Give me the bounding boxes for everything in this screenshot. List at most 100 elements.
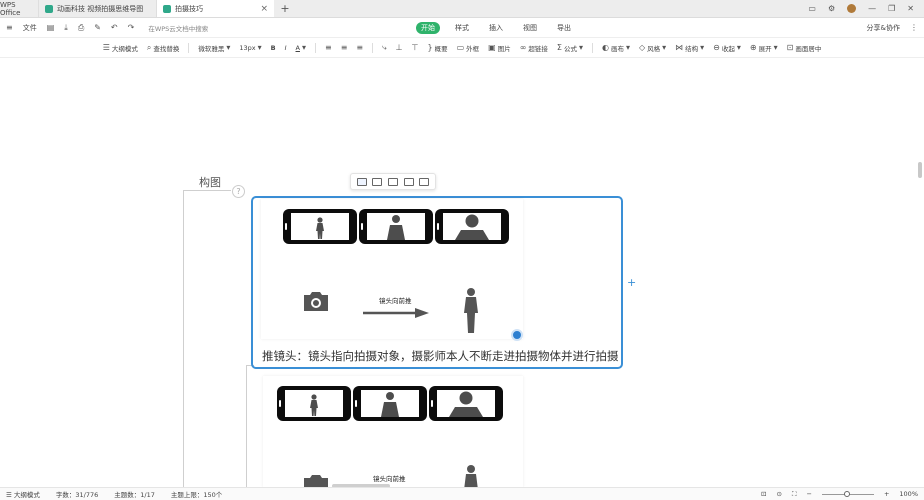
topic-image[interactable]: 镜头向前推 xyxy=(261,199,523,339)
menu-bar: ≡ 文件 ▤ ⤓ ⎙ ✎ ↶ ↷ 在WPS云文档中搜索 开始 样式 插入 视图 … xyxy=(0,18,924,38)
align-left-button[interactable]: ≡ xyxy=(325,43,332,52)
new-tab-button[interactable]: + xyxy=(274,0,296,17)
format-painter-icon[interactable]: ✎ xyxy=(94,23,101,32)
zoom-in-icon[interactable]: + xyxy=(884,490,889,498)
help-icon[interactable]: ? xyxy=(232,185,245,198)
summary-button[interactable]: } 概要 xyxy=(428,43,448,53)
structure-button[interactable]: ⋈ 结构 ▾ xyxy=(675,43,704,53)
fullscreen-icon[interactable]: ⛶ xyxy=(792,490,797,499)
image-icon: ▣ xyxy=(488,43,496,52)
download-icon[interactable]: ⤓ xyxy=(64,23,68,33)
search-input[interactable]: 在WPS云文档中搜索 xyxy=(148,23,208,33)
menu-icon[interactable]: ≡ xyxy=(6,23,13,32)
topic-caption[interactable]: 推镜头：镜头指向拍摄对象，摄影师本人不断走进拍摄物体并进行拍摄 xyxy=(262,348,619,364)
tab-style[interactable]: 样式 xyxy=(450,22,474,34)
topic-node-composition[interactable]: 构图 xyxy=(199,174,221,190)
collapse-button[interactable]: ⊖ 收起 ▾ xyxy=(713,43,741,53)
layout-above-icon[interactable] xyxy=(372,177,383,186)
image-label: 镜头向前推 xyxy=(379,297,412,305)
phone-frame xyxy=(283,209,357,244)
layout-left-icon[interactable] xyxy=(387,177,398,186)
search-icon: ⌕ xyxy=(146,42,152,52)
outline-icon: ☰ xyxy=(102,43,110,52)
phone-frame xyxy=(429,386,503,421)
style-button[interactable]: ◇ 风格 ▾ xyxy=(639,43,666,53)
phone-frame xyxy=(353,386,427,421)
avatar[interactable] xyxy=(847,4,857,13)
share-button[interactable]: 分享&协作 xyxy=(867,23,900,33)
zoom-slider[interactable] xyxy=(821,490,874,497)
phone-frame xyxy=(359,209,433,244)
person-silhouette-icon xyxy=(455,214,489,240)
vertical-scrollbar[interactable] xyxy=(918,162,922,178)
settings-icon[interactable]: ⚙ xyxy=(828,4,835,13)
more-icon[interactable]: ⋮ xyxy=(910,23,918,32)
center-view-button[interactable]: ⊡ 画面居中 xyxy=(787,43,822,53)
person-silhouette-icon xyxy=(316,217,324,239)
tab-label: 动画科技 视频拍摄思维导图 xyxy=(57,4,144,13)
tab-document-1[interactable]: 动画科技 视频拍摄思维导图 xyxy=(38,0,156,17)
subtopic-button[interactable]: ⤷ xyxy=(382,43,386,53)
outline-mode-button[interactable]: ☰ 大纲模式 xyxy=(103,43,138,53)
image-resize-handle[interactable] xyxy=(511,329,523,341)
parent-topic-button[interactable]: ⊤ xyxy=(412,43,419,52)
parent-topic-icon: ⊤ xyxy=(411,43,419,52)
undo-icon[interactable]: ↶ xyxy=(111,23,118,32)
topic-limit: 主题上限：150个 xyxy=(170,491,223,499)
camera-icon xyxy=(304,292,328,311)
print-icon[interactable]: ⎙ xyxy=(78,23,84,33)
sibling-topic-button[interactable]: ⊥ xyxy=(396,43,403,52)
phone-frame xyxy=(435,209,509,244)
mindmap-file-icon xyxy=(45,4,53,13)
boundary-icon: ▭ xyxy=(456,43,465,52)
save-icon[interactable]: ▤ xyxy=(47,23,55,32)
window-layout-icon[interactable]: ▭ xyxy=(808,4,816,13)
person-silhouette-icon xyxy=(310,394,318,416)
font-color-button[interactable]: A ▾ xyxy=(296,43,306,52)
format-toolbar: ☰ 大纲模式 ⌕ 查找替换 微软雅黑 ▾ 13px ▾ B I A ▾ ≡ ≡ ≡ ⤷ ⊥… xyxy=(0,38,924,58)
tab-export[interactable]: 导出 xyxy=(552,22,576,34)
image-button[interactable]: ▣ 图片 xyxy=(488,43,511,53)
outline-mode-toggle[interactable]: ☰ 大纲模式 xyxy=(6,489,40,499)
expand-button[interactable]: ⊕ 展开 ▾ xyxy=(750,43,778,53)
tab-view[interactable]: 视图 xyxy=(518,22,542,34)
italic-button[interactable]: I xyxy=(285,44,287,52)
center-icon[interactable]: ⊙ xyxy=(776,490,781,498)
tab-document-2[interactable]: 拍摄技巧 × xyxy=(156,0,274,17)
close-window-icon[interactable]: ✕ xyxy=(907,4,914,13)
zoom-out-icon[interactable]: − xyxy=(807,490,812,498)
link-button[interactable]: ∞ 超链接 xyxy=(520,43,548,53)
align-left-icon: ≡ xyxy=(324,43,332,52)
maximize-icon[interactable]: ❐ xyxy=(888,4,895,13)
phone-frame xyxy=(277,386,351,421)
person-silhouette-icon xyxy=(387,215,405,240)
font-size-select[interactable]: 13px ▾ xyxy=(239,43,261,52)
font-family-select[interactable]: 微软雅黑 ▾ xyxy=(198,43,230,53)
align-right-button[interactable]: ≡ xyxy=(356,43,363,52)
formula-icon: Σ xyxy=(556,43,562,52)
tab-insert[interactable]: 插入 xyxy=(484,22,508,34)
file-menu[interactable]: 文件 xyxy=(23,23,37,33)
redo-icon[interactable]: ↷ xyxy=(128,23,135,32)
bold-button[interactable]: B xyxy=(271,44,276,52)
close-tab-icon[interactable]: × xyxy=(260,4,268,14)
add-subtopic-icon[interactable]: + xyxy=(627,276,636,289)
align-right-icon: ≡ xyxy=(356,43,364,52)
tab-start[interactable]: 开始 xyxy=(416,21,440,34)
boundary-button[interactable]: ▭ 外框 xyxy=(457,43,480,53)
subtopic-icon: ⤷ xyxy=(382,42,387,52)
minimize-icon[interactable]: — xyxy=(868,4,876,13)
align-center-button[interactable]: ≡ xyxy=(341,43,348,52)
layout-right-icon[interactable] xyxy=(403,177,414,186)
image-settings-icon[interactable] xyxy=(419,177,430,186)
topic-image[interactable]: 镜头向前推 xyxy=(263,376,523,487)
formula-button[interactable]: Σ 公式 ▾ xyxy=(557,43,583,53)
layout-below-icon[interactable] xyxy=(356,177,367,186)
canvas-button[interactable]: ◐ 画布 ▾ xyxy=(602,43,630,53)
app-home-tab[interactable]: WPS Office xyxy=(0,0,38,17)
fit-screen-icon[interactable]: ⊡ xyxy=(761,490,766,498)
zoom-level[interactable]: 100% xyxy=(899,490,918,498)
link-icon: ∞ xyxy=(519,43,527,52)
arrow-right-icon xyxy=(363,308,429,318)
find-replace-button[interactable]: ⌕ 查找替换 xyxy=(147,43,179,53)
